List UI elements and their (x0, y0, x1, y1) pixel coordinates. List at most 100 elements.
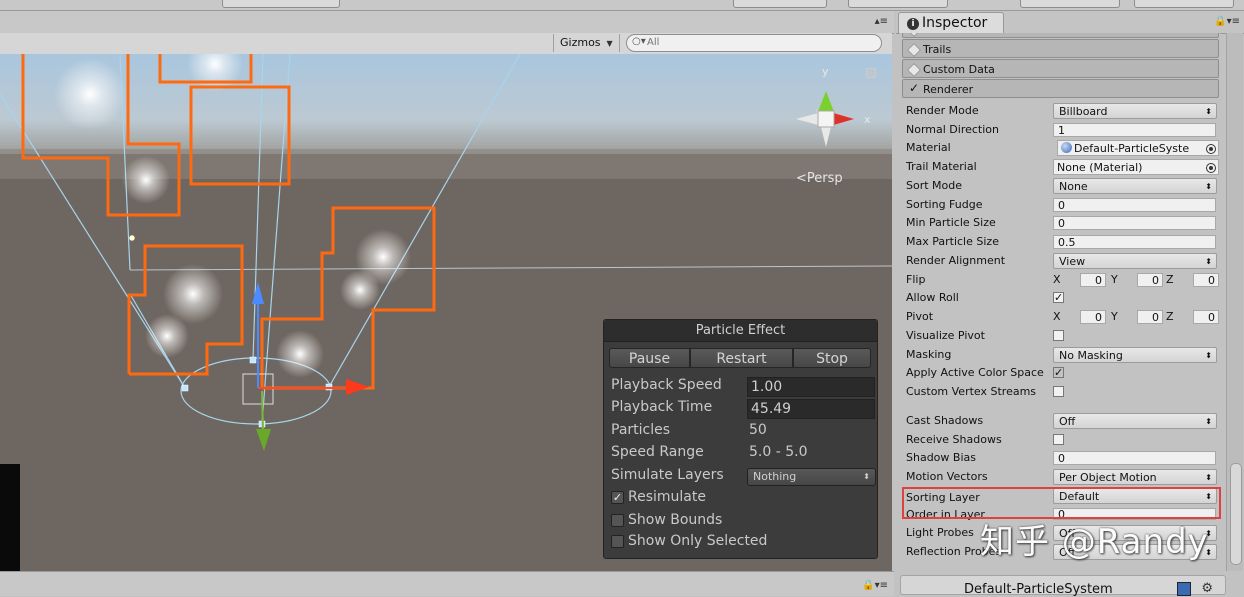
prop-sorting-fudge: Sorting Fudge 0 (906, 196, 1218, 214)
resimulate-toggle[interactable]: ✓ Resimulate (611, 487, 706, 507)
restart-button[interactable]: Restart (690, 348, 793, 368)
visualize-pivot-checkbox[interactable] (1053, 330, 1064, 341)
motion-vectors-value: Per Object Motion (1059, 471, 1157, 484)
lock-icon[interactable]: 🔒▾≡ (1214, 16, 1240, 27)
updown-arrow-icon: ⬍ (1205, 257, 1212, 266)
trail-material-label: Trail Material (906, 160, 977, 173)
prop-normal-direction: Normal Direction 1 (906, 121, 1218, 139)
scene-bottom-bar: 🔒▾≡ (0, 571, 894, 596)
checkbox-icon (611, 535, 624, 548)
sort-mode-label: Sort Mode (906, 179, 963, 192)
renderer-label: Renderer (923, 83, 974, 96)
cast-shadows-dropdown[interactable]: Off ⬍ (1053, 413, 1217, 429)
watermark: 知乎 @Randy (980, 522, 1209, 562)
module-trails[interactable]: Trails (902, 39, 1219, 58)
playback-time-field[interactable]: 45.49 (747, 399, 875, 419)
normal-direction-field[interactable]: 1 (1053, 123, 1216, 137)
toolbar-dropdown[interactable] (848, 0, 948, 8)
updown-arrow-icon: ⬍ (1205, 473, 1212, 482)
motion-vectors-label: Motion Vectors (906, 470, 988, 483)
module-renderer[interactable]: ✓ Renderer (902, 79, 1219, 98)
prop-pivot: Pivot X 0 Y 0 Z 0 (906, 308, 1219, 326)
allow-roll-label: Allow Roll (906, 291, 959, 304)
max-particle-size-field[interactable]: 0.5 (1053, 235, 1216, 249)
object-picker-icon[interactable] (1206, 163, 1216, 173)
inspector-tab[interactable]: i Inspector (898, 12, 1004, 33)
sort-mode-value: None (1059, 180, 1088, 193)
masking-dropdown[interactable]: No Masking ⬍ (1053, 347, 1217, 363)
scrollbar-thumb[interactable] (1230, 463, 1242, 565)
motion-vectors-dropdown[interactable]: Per Object Motion ⬍ (1053, 469, 1217, 485)
allow-roll-checkbox[interactable]: ✓ (1053, 292, 1064, 303)
pivot-y-field[interactable]: 0 (1137, 310, 1163, 324)
prop-material: Material Default-ParticleSyste (906, 139, 1219, 157)
custom-vertex-streams-checkbox[interactable] (1053, 386, 1064, 397)
toolbar-dropdown[interactable] (1020, 0, 1120, 8)
scene-viewport[interactable]: y x <Persp Particle Effect Pause Restart… (0, 54, 892, 571)
render-alignment-dropdown[interactable]: View ⬍ (1053, 253, 1217, 269)
show-bounds-toggle[interactable]: Show Bounds (611, 510, 722, 530)
prop-sort-mode: Sort Mode None ⬍ (906, 177, 1218, 195)
simulate-layers-label: Simulate Layers (611, 467, 724, 483)
flip-z-field[interactable]: 0 (1193, 273, 1219, 287)
material-value: Default-ParticleSyste (1074, 142, 1190, 155)
show-only-selected-toggle[interactable]: Show Only Selected (611, 531, 767, 551)
flip-y-field[interactable]: 0 (1137, 273, 1163, 287)
inspector-tab-bar: i Inspector 🔒▾≡ (896, 11, 1244, 34)
apply-active-color-space-checkbox[interactable]: ✓ (1053, 367, 1064, 378)
render-mode-value: Billboard (1059, 105, 1108, 118)
gizmos-dropdown[interactable]: Gizmos ▼ (553, 34, 620, 52)
show-only-selected-label: Show Only Selected (628, 533, 768, 549)
playback-speed-label: Playback Speed (611, 377, 722, 393)
material-field[interactable]: Default-ParticleSyste (1057, 140, 1219, 156)
shadow-bias-field[interactable]: 0 (1053, 451, 1216, 465)
masking-label: Masking (906, 348, 952, 361)
speed-range-label: Speed Range (611, 444, 704, 460)
sort-mode-dropdown[interactable]: None ⬍ (1053, 178, 1217, 194)
sorting-fudge-field[interactable]: 0 (1053, 198, 1216, 212)
flip-x-field[interactable]: 0 (1080, 273, 1106, 287)
preview-header[interactable]: Default-ParticleSystem ⚙ (900, 575, 1226, 597)
svg-text:y: y (822, 65, 829, 78)
playback-speed-field[interactable]: 1.00 (747, 377, 875, 397)
search-input[interactable] (647, 36, 867, 49)
toolbar-dropdown[interactable] (1134, 0, 1234, 8)
gear-icon[interactable]: ⚙ (1201, 581, 1213, 596)
pivot-z-field[interactable]: 0 (1193, 310, 1219, 324)
trails-label: Trails (923, 43, 952, 56)
prop-receive-shadows: Receive Shadows (906, 431, 1218, 449)
updown-arrow-icon: ⬍ (1205, 351, 1212, 360)
object-picker-icon[interactable] (1206, 144, 1216, 154)
info-icon: i (907, 18, 919, 30)
flip-vector: X 0 Y 0 Z 0 (1053, 271, 1219, 289)
chevron-down-icon: ▼ (606, 39, 613, 48)
panel-menu-icon[interactable]: ▴≡ (875, 16, 888, 27)
camera-projection-label[interactable]: <Persp (796, 171, 843, 186)
pause-button[interactable]: Pause (609, 348, 690, 368)
top-toolbar-strip (0, 0, 1244, 11)
inspector-scrollbar[interactable] (1226, 33, 1243, 571)
simulate-layers-value: Nothing (753, 470, 797, 483)
module-header-prev[interactable] (902, 33, 1219, 38)
play-controls[interactable] (222, 0, 340, 8)
pivot-x-field[interactable]: 0 (1080, 310, 1106, 324)
prop-trail-material: Trail Material None (Material) (906, 158, 1219, 176)
receive-shadows-label: Receive Shadows (906, 433, 1002, 446)
light-probes-label: Light Probes (906, 526, 974, 539)
min-particle-size-field[interactable]: 0 (1053, 216, 1216, 230)
custom-data-label: Custom Data (923, 63, 995, 76)
masking-value: No Masking (1059, 349, 1123, 362)
render-mode-dropdown[interactable]: Billboard ⬍ (1053, 103, 1217, 119)
toolbar-dropdown[interactable] (733, 0, 827, 8)
trail-material-field[interactable]: None (Material) (1053, 159, 1219, 175)
simulate-layers-dropdown[interactable]: Nothing ⬍ (747, 468, 876, 486)
stop-button[interactable]: Stop (793, 348, 871, 368)
checkbox-icon (611, 514, 624, 527)
receive-shadows-checkbox[interactable] (1053, 434, 1064, 445)
pivot-label: Pivot (906, 310, 934, 323)
resimulate-label: Resimulate (628, 489, 706, 505)
lock-icon[interactable]: 🔒▾≡ (862, 580, 888, 591)
orientation-lock-icon[interactable] (866, 68, 876, 78)
scene-search[interactable]: ○▾ (626, 34, 882, 52)
module-custom-data[interactable]: Custom Data (902, 59, 1219, 78)
